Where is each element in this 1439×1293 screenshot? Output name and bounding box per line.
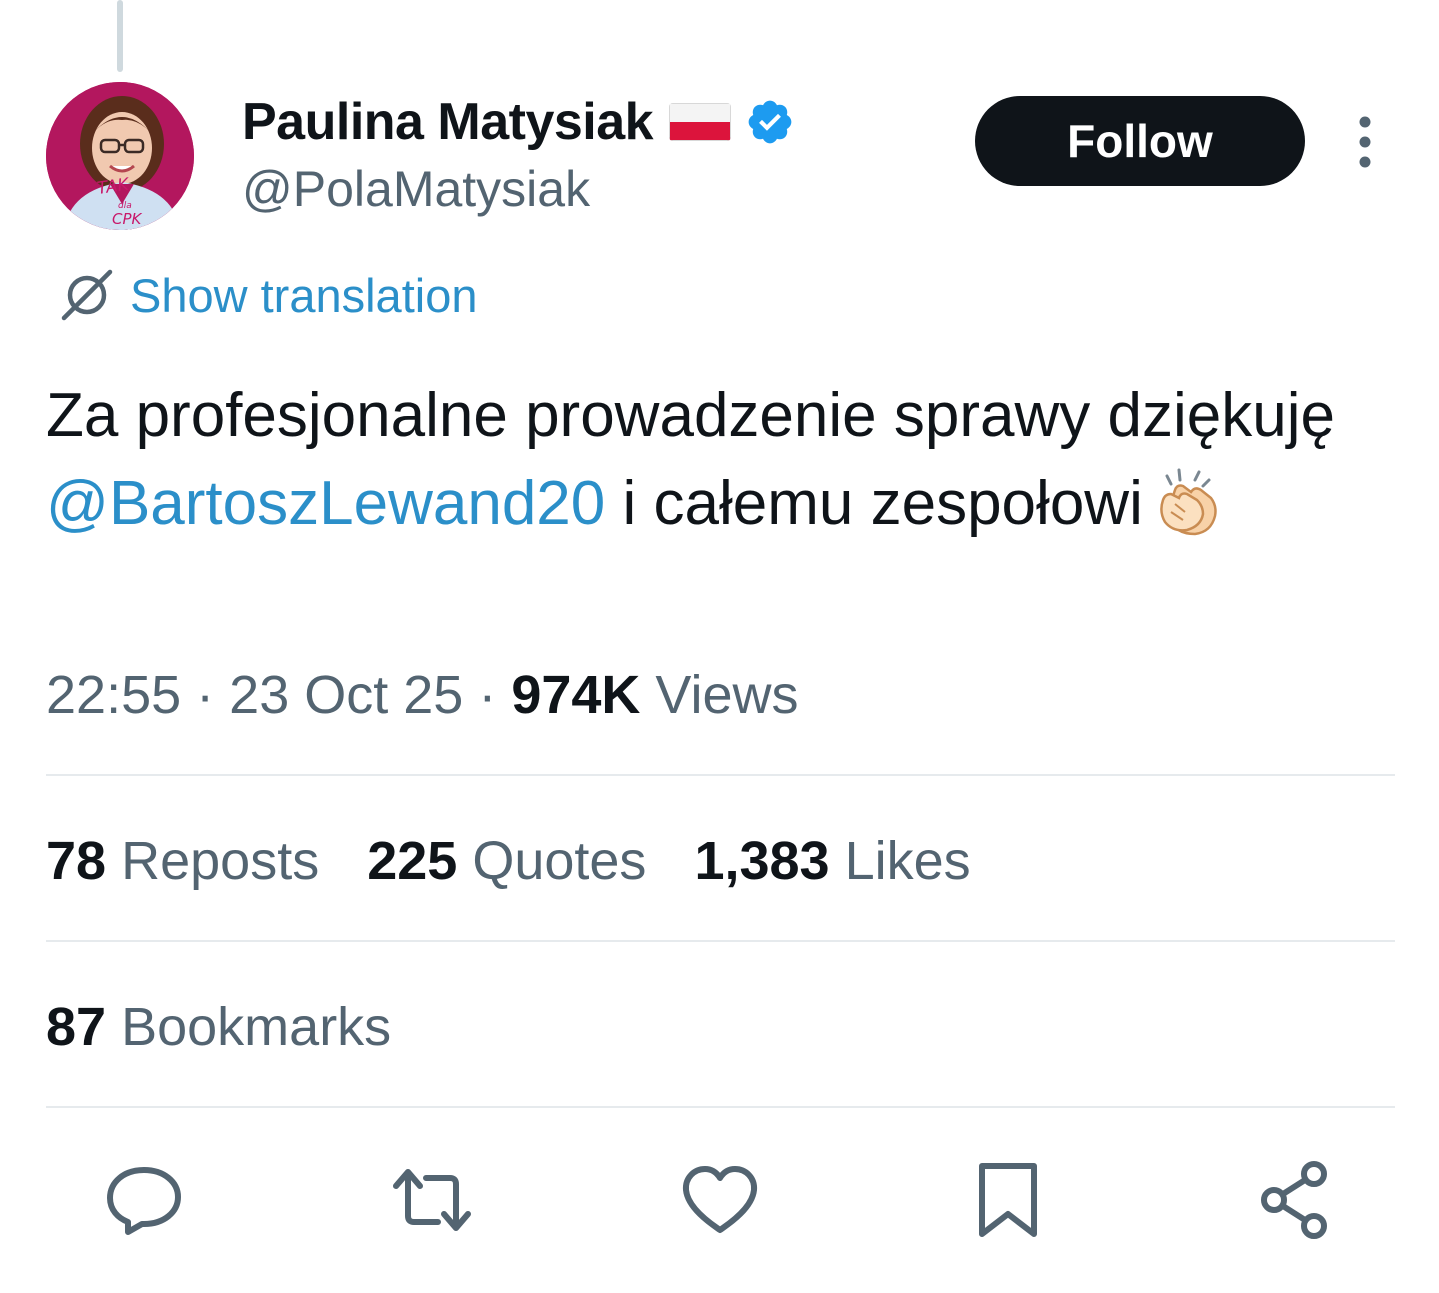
avatar[interactable]: TAK dla CPK	[46, 82, 194, 230]
tweet-meta: 22:55 · 23 Oct 25 · 974K Views	[46, 664, 799, 726]
quotes-label: Quotes	[472, 831, 647, 891]
author-name-row: Paulina Matysiak	[242, 90, 795, 154]
likes-label: Likes	[844, 831, 971, 891]
tweet-time[interactable]: 22:55	[46, 665, 181, 725]
mention-link[interactable]: @BartoszLewand20	[46, 469, 605, 538]
show-translation-link[interactable]: Show translation	[58, 264, 477, 326]
divider	[46, 774, 1395, 776]
tweet-text-part-1: Za profesjonalne prowadzenie sprawy dzię…	[46, 381, 1335, 450]
reply-icon[interactable]	[104, 1160, 184, 1240]
thread-connector-line	[117, 0, 123, 72]
bookmarks-label: Bookmarks	[121, 997, 392, 1057]
bookmarks-stat[interactable]: 87 Bookmarks	[46, 996, 391, 1058]
translate-icon	[58, 266, 116, 324]
reposts-stat[interactable]: 78 Reposts	[46, 830, 319, 892]
author-display-name[interactable]: Paulina Matysiak	[242, 92, 654, 152]
avatar-shirt-text-bottom: CPK	[112, 210, 143, 228]
reposts-count: 78	[46, 831, 107, 891]
show-translation-label: Show translation	[130, 268, 478, 322]
bookmarks-count: 87	[46, 997, 107, 1057]
views-count: 974K	[511, 665, 641, 725]
bookmark-icon[interactable]	[968, 1160, 1048, 1240]
follow-button[interactable]: Follow	[975, 96, 1305, 186]
reposts-label: Reposts	[121, 831, 320, 891]
more-options-icon[interactable]	[1348, 112, 1382, 172]
author-handle[interactable]: @PolaMatysiak	[242, 160, 590, 218]
engagement-stats: 78 Reposts 225 Quotes 1,383 Likes	[46, 830, 971, 892]
meta-separator: ·	[196, 665, 215, 725]
tweet-date[interactable]: 23 Oct 25	[229, 665, 463, 725]
clapping-hands-icon	[1153, 466, 1221, 538]
repost-icon[interactable]	[392, 1160, 472, 1240]
likes-count: 1,383	[694, 831, 830, 891]
quotes-count: 225	[367, 831, 458, 891]
likes-stat[interactable]: 1,383 Likes	[694, 830, 970, 892]
divider	[46, 940, 1395, 942]
tweet-text: Za profesjonalne prowadzenie sprawy dzię…	[46, 372, 1386, 548]
quotes-stat[interactable]: 225 Quotes	[367, 830, 646, 892]
divider	[46, 1106, 1395, 1108]
like-icon[interactable]	[680, 1160, 760, 1240]
verified-badge-icon[interactable]	[745, 97, 795, 147]
meta-separator: ·	[478, 665, 497, 725]
poland-flag-icon	[669, 103, 732, 141]
tweet-text-part-2: i całemu zespołowi	[605, 469, 1143, 538]
share-icon[interactable]	[1256, 1160, 1336, 1240]
views-label: Views	[655, 665, 799, 725]
